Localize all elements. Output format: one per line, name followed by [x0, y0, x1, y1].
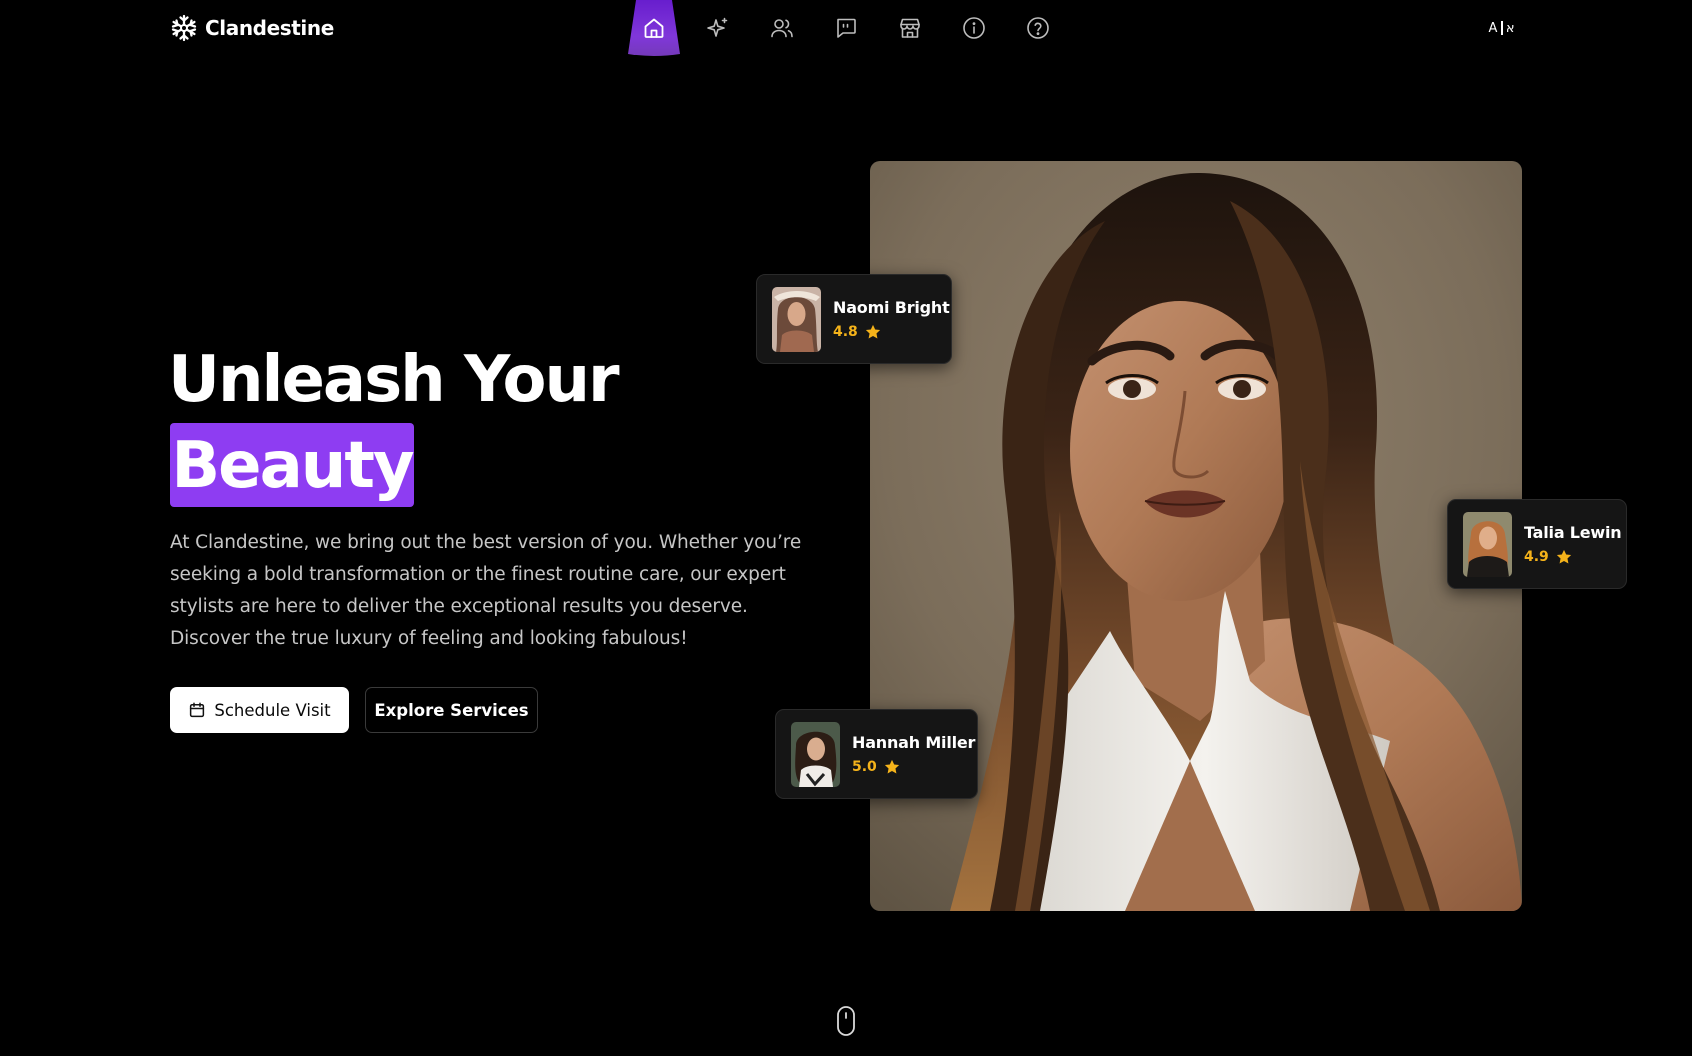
stylist-card-talia-lewin[interactable]: Talia Lewin 4.9	[1447, 499, 1627, 589]
stylist-name: Hannah Miller	[852, 732, 976, 752]
brand-name: Clandestine	[205, 16, 334, 40]
stylist-avatar	[1463, 511, 1512, 577]
mouse-icon	[837, 1006, 855, 1036]
language-switch[interactable]: A א	[1486, 17, 1518, 39]
explore-services-label: Explore Services	[374, 700, 529, 720]
nav-team[interactable]	[750, 0, 814, 56]
quote-chat-icon	[837, 18, 856, 38]
hero-highlight-block: Beauty	[170, 423, 415, 507]
star-icon	[865, 324, 880, 338]
stylist-rating: 4.9	[1524, 548, 1549, 565]
stylist-card-hannah-miller[interactable]: Hannah Miller 5.0	[775, 709, 978, 799]
explore-services-button[interactable]: Explore Services	[365, 687, 538, 733]
stylist-name: Talia Lewin	[1524, 522, 1622, 542]
schedule-visit-button[interactable]: Schedule Visit	[170, 687, 349, 733]
hero-description: At Clandestine, we bring out the best ve…	[170, 532, 802, 649]
info-icon	[963, 17, 985, 39]
store-icon	[900, 18, 920, 38]
nav-testimonials[interactable]	[814, 0, 878, 56]
stylist-avatar	[772, 286, 821, 352]
language-divider	[1501, 21, 1503, 35]
home-icon	[644, 18, 664, 38]
scroll-down-indicator[interactable]	[835, 1005, 857, 1037]
nav-services[interactable]	[686, 0, 750, 56]
language-option-hebrew: א	[1505, 20, 1516, 36]
stylist-info: Naomi Bright 4.8	[833, 298, 950, 341]
help-icon	[1027, 17, 1049, 39]
schedule-visit-label: Schedule Visit	[214, 700, 331, 720]
stylist-rating: 5.0	[852, 758, 877, 775]
nav-shop[interactable]	[878, 0, 942, 56]
stylist-rating-row: 5.0	[852, 758, 975, 776]
nav-about[interactable]	[942, 0, 1006, 56]
hero-highlight-word: Beauty	[171, 429, 414, 503]
nav-home[interactable]	[622, 0, 686, 56]
nav-faq[interactable]	[1006, 0, 1070, 56]
brand-logo-link[interactable]: Clandestine	[170, 11, 334, 45]
users-icon	[771, 19, 793, 38]
stylist-card-naomi-bright[interactable]: Naomi Bright 4.8	[756, 274, 952, 364]
snowflake-icon	[171, 14, 197, 42]
top-nav: Clandestine A א	[0, 0, 1692, 56]
stylist-avatar	[791, 721, 840, 787]
stylist-rating: 4.8	[833, 323, 858, 340]
star-icon	[884, 759, 899, 773]
stylist-rating-row: 4.9	[1524, 548, 1622, 566]
stylist-name: Naomi Bright	[833, 297, 950, 317]
stylist-info: Talia Lewin 4.9	[1524, 523, 1622, 566]
main-navigation	[622, 0, 1070, 56]
star-icon	[1556, 549, 1571, 563]
stylist-rating-row: 4.8	[833, 323, 950, 341]
calendar-icon	[190, 702, 205, 718]
language-option-english: A	[1488, 20, 1499, 36]
hero-headline: Unleash Your	[168, 343, 620, 417]
sparkles-icon	[707, 17, 728, 37]
stylist-info: Hannah Miller 5.0	[852, 733, 975, 776]
